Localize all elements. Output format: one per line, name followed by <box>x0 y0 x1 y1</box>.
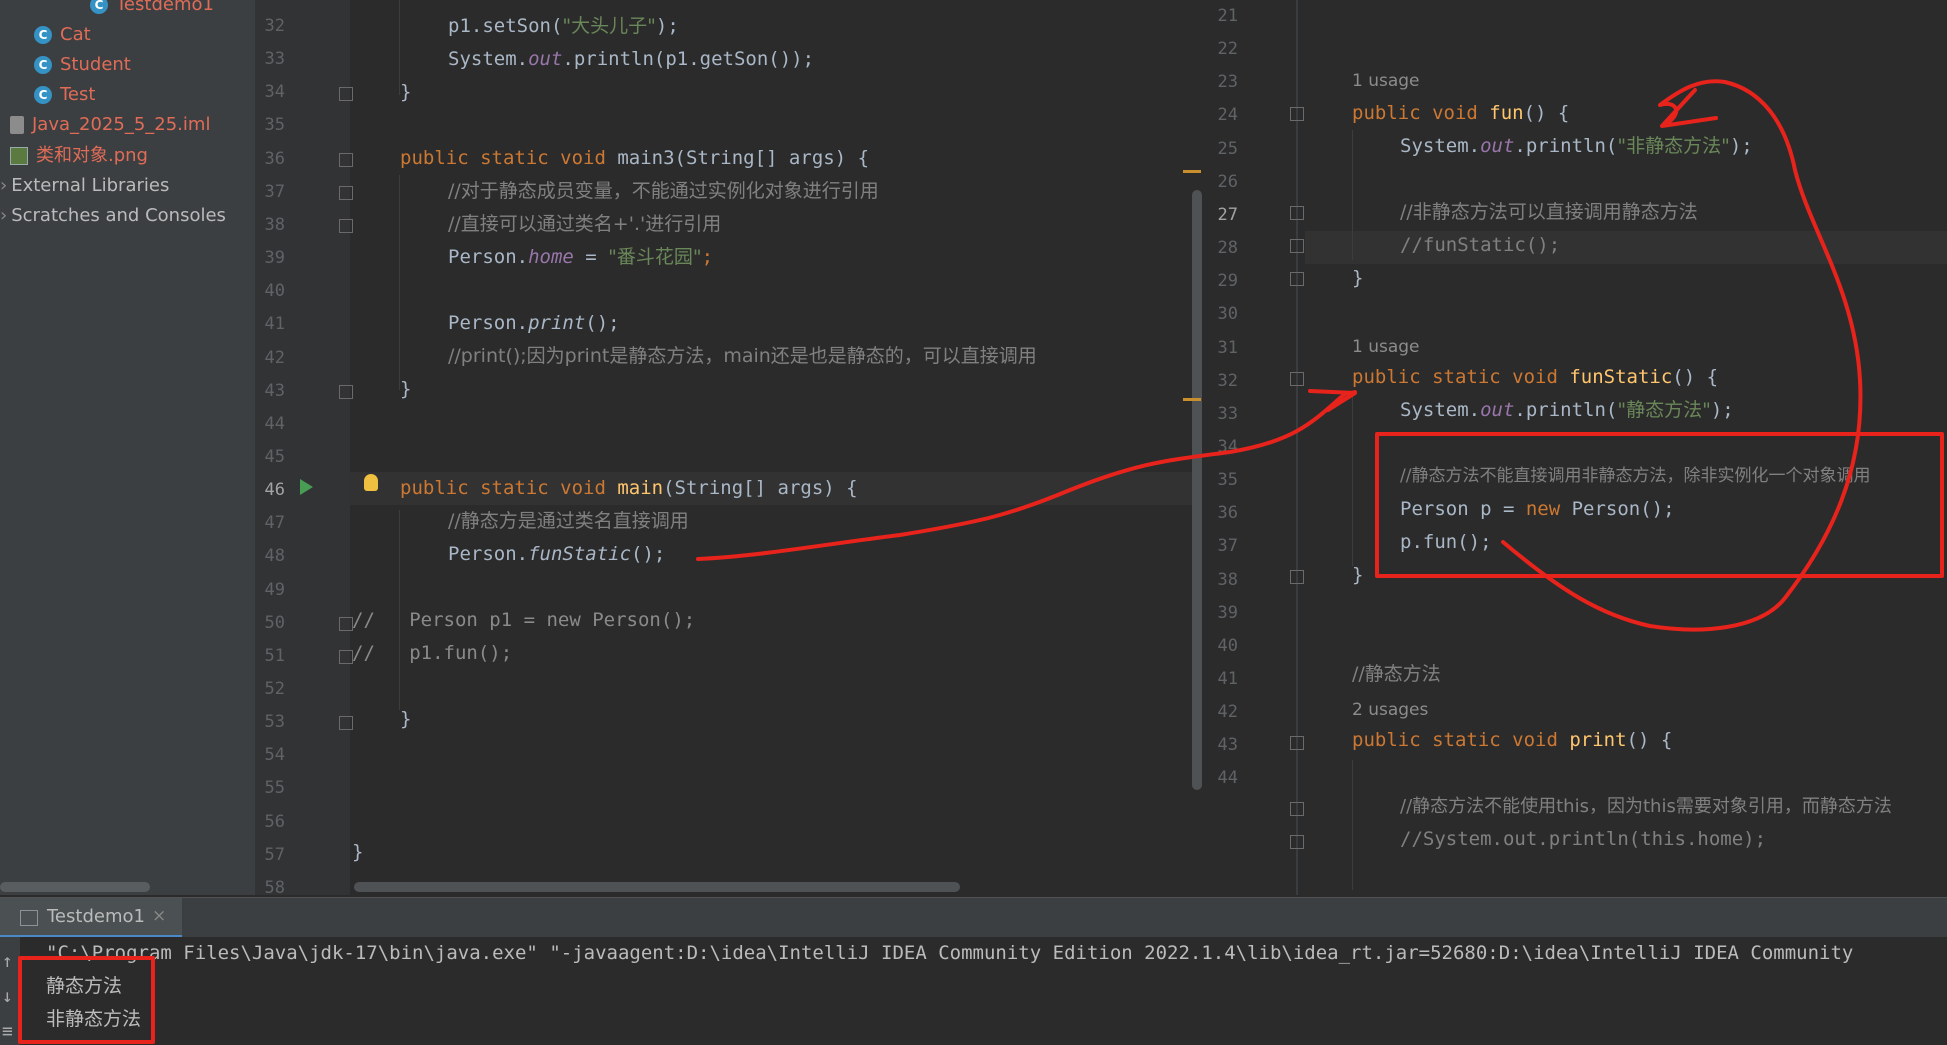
arrowhead-funstatic <box>1308 389 1357 412</box>
arrow-main-to-funstatic <box>696 390 1357 561</box>
arrow-pfun-to-fun <box>1501 79 1863 632</box>
highlight-box-console-output <box>18 956 155 1044</box>
highlight-box-funstatic-body <box>1375 432 1944 578</box>
red-annotation-overlay <box>18 79 1944 1044</box>
